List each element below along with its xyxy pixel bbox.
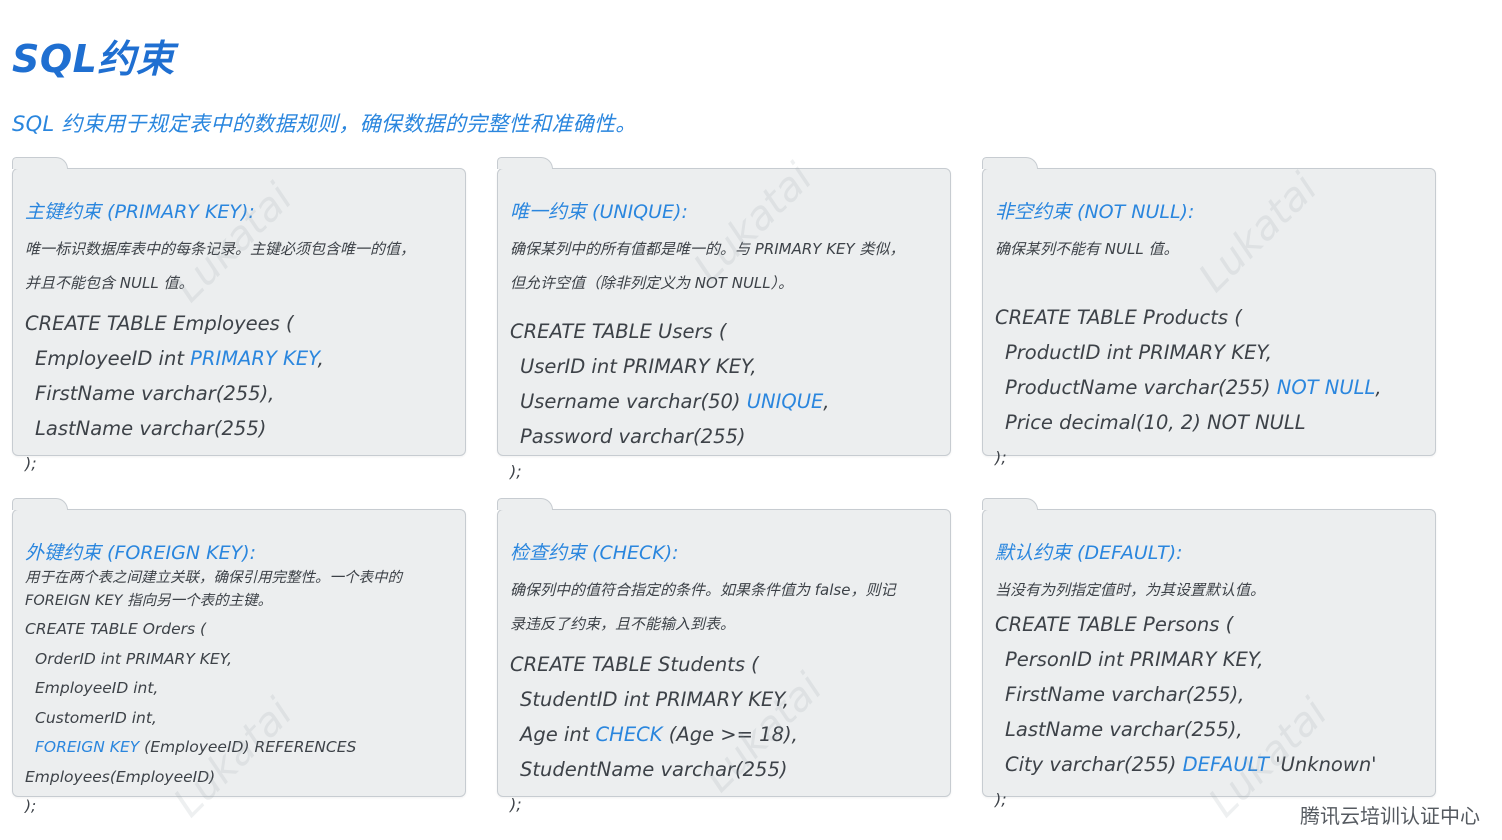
code-block: CREATE TABLE Products ( ProductID int PR… xyxy=(995,300,1425,475)
code-line: Password varchar(255) xyxy=(520,425,746,448)
code-line: LastName varchar(255), xyxy=(1005,718,1243,741)
code-line: CREATE TABLE Persons ( xyxy=(995,613,1234,636)
card-desc-line: 确保某列不能有 NULL 值。 xyxy=(995,240,1179,258)
code-text: ProductName varchar(255) xyxy=(1005,376,1277,399)
code-text: (EmployeeID) REFERENCES xyxy=(139,738,357,756)
card-not-null: 非空约束 (NOT NULL): 确保某列不能有 NULL 值。 CREATE … xyxy=(981,157,1436,467)
card-title: 默认约束 (DEFAULT): xyxy=(995,542,1183,564)
card-desc-line: 但允许空值（除非列定义为 NOT NULL）。 xyxy=(510,274,794,292)
code-line: ProductID int PRIMARY KEY, xyxy=(1005,341,1272,364)
card-check: 检查约束 (CHECK): 确保列中的值符合指定的条件。如果条件值为 false… xyxy=(496,498,951,814)
code-text: , xyxy=(823,390,830,413)
code-text: Username varchar(50) xyxy=(520,390,747,413)
code-line: Employees(EmployeeID) xyxy=(25,767,216,786)
code-block: CREATE TABLE Persons ( PersonID int PRIM… xyxy=(995,607,1425,817)
code-keyword: DEFAULT xyxy=(1182,753,1270,776)
code-keyword: PRIMARY KEY xyxy=(190,347,318,370)
code-line: FOREIGN KEY (EmployeeID) REFERENCES xyxy=(25,733,455,763)
code-line: ProductName varchar(255) NOT NULL, xyxy=(995,370,1425,405)
code-keyword: UNIQUE xyxy=(746,390,824,413)
code-line: Age int CHECK (Age >= 18), xyxy=(510,717,940,752)
card-title: 主键约束 (PRIMARY KEY): xyxy=(25,201,255,223)
code-text: 'Unknown' xyxy=(1269,753,1377,776)
code-line: StudentID int PRIMARY KEY, xyxy=(520,688,789,711)
card-title: 外键约束 (FOREIGN KEY): xyxy=(25,542,257,564)
card-desc-line: 录违反了约束，且不能输入到表。 xyxy=(510,615,736,633)
card-default: 默认约束 (DEFAULT): 当没有为列指定值时，为其设置默认值。 CREAT… xyxy=(981,498,1436,809)
card-primary-key: 主键约束 (PRIMARY KEY): 唯一标识数据库表中的每条记录。主键必须包… xyxy=(11,157,466,473)
code-text: (Age >= 18), xyxy=(662,723,798,746)
code-keyword: FOREIGN KEY xyxy=(35,738,140,756)
page-subtitle: SQL 约束用于规定表中的数据规则，确保数据的完整性和准确性。 xyxy=(12,112,637,136)
code-line: City varchar(255) DEFAULT 'Unknown' xyxy=(995,747,1425,782)
code-line: CREATE TABLE Users ( xyxy=(510,320,727,343)
page-title: SQL约束 xyxy=(12,37,175,81)
code-line: LastName varchar(255) xyxy=(35,417,267,440)
code-line: CREATE TABLE Products ( xyxy=(995,306,1242,329)
code-line: ); xyxy=(510,462,522,481)
code-text: City varchar(255) xyxy=(1005,753,1183,776)
code-line: FirstName varchar(255), xyxy=(1005,683,1245,706)
code-line: CREATE TABLE Students ( xyxy=(510,653,759,676)
card-desc-line: FOREIGN KEY 指向另一个表的主键。 xyxy=(25,593,273,609)
code-text: EmployeeID int xyxy=(35,347,191,370)
card-desc-line: 唯一标识数据库表中的每条记录。主键必须包含唯一的值， xyxy=(25,240,416,258)
footer-brand: 腾讯云培训认证中心 xyxy=(1300,804,1480,828)
code-text: , xyxy=(1375,376,1382,399)
code-line: EmployeeID int, xyxy=(35,679,159,697)
code-block: CREATE TABLE Orders ( OrderID int PRIMAR… xyxy=(25,615,455,822)
code-line: CREATE TABLE Orders ( xyxy=(25,620,207,638)
code-block: CREATE TABLE Employees ( EmployeeID int … xyxy=(25,306,455,481)
card-title: 非空约束 (NOT NULL): xyxy=(995,201,1195,223)
code-line: EmployeeID int PRIMARY KEY, xyxy=(25,341,455,376)
code-line: PersonID int PRIMARY KEY, xyxy=(1005,648,1264,671)
card-unique: 唯一约束 (UNIQUE): 确保某列中的所有值都是唯一的。与 PRIMARY … xyxy=(496,157,951,481)
code-line: ); xyxy=(25,454,37,473)
code-line: ); xyxy=(510,795,522,814)
code-keyword: CHECK xyxy=(595,723,663,746)
card-foreign-key: 外键约束 (FOREIGN KEY): 用于在两个表之间建立关联，确保引用完整性… xyxy=(11,498,466,815)
card-desc-line: 当没有为列指定值时，为其设置默认值。 xyxy=(995,581,1266,599)
code-keyword: NOT NULL xyxy=(1276,376,1376,399)
code-block: CREATE TABLE Students ( StudentID int PR… xyxy=(510,647,940,822)
card-title: 检查约束 (CHECK): xyxy=(510,542,679,564)
card-desc-line: 确保列中的值符合指定的条件。如果条件值为 false，则记 xyxy=(510,581,896,599)
code-line: Username varchar(50) UNIQUE, xyxy=(510,384,940,419)
code-text: Age int xyxy=(520,723,596,746)
card-desc-line: 用于在两个表之间建立关联，确保引用完整性。一个表中的 xyxy=(25,570,402,586)
code-line: UserID int PRIMARY KEY, xyxy=(520,355,757,378)
code-line: ); xyxy=(995,448,1007,467)
code-block: CREATE TABLE Users ( UserID int PRIMARY … xyxy=(510,314,940,489)
card-title: 唯一约束 (UNIQUE): xyxy=(510,201,688,223)
code-line: CustomerID int, xyxy=(35,708,157,727)
code-line: FirstName varchar(255), xyxy=(35,382,275,405)
code-text: , xyxy=(317,347,324,370)
code-line: Price decimal(10, 2) NOT NULL xyxy=(1005,411,1306,434)
card-desc-line: 确保某列中的所有值都是唯一的。与 PRIMARY KEY 类似， xyxy=(510,240,905,258)
code-line: StudentName varchar(255) xyxy=(520,758,788,781)
code-line: CREATE TABLE Employees ( xyxy=(25,312,294,335)
card-desc-line: 并且不能包含 NULL 值。 xyxy=(25,274,194,292)
code-line: ); xyxy=(25,797,37,815)
code-line: OrderID int PRIMARY KEY, xyxy=(35,649,233,668)
